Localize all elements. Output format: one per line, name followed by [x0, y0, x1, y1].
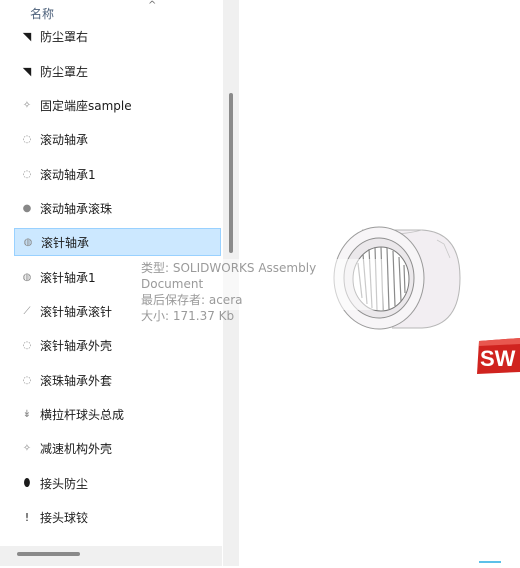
part-icon: ◌ — [22, 168, 32, 180]
corner-indicator — [479, 561, 501, 568]
tooltip-type-line: 类型: SOLIDWORKS Assembly Document — [141, 261, 317, 291]
list-item[interactable]: ✧ 减速机构外壳 — [14, 434, 221, 462]
list-item[interactable]: ◌ 滚动轴承 — [14, 125, 221, 153]
list-item[interactable]: ◌ 滚动轴承1 — [14, 160, 221, 188]
file-name: 固定端座sample — [40, 98, 132, 113]
part-icon: ◍ — [22, 271, 32, 283]
list-item[interactable]: ◌ 滚针轴承外壳 — [14, 331, 221, 359]
horizontal-scrollbar-thumb[interactable] — [17, 552, 80, 556]
part-icon: ⟋ — [23, 305, 31, 317]
part-icon: ● — [22, 202, 32, 214]
list-item[interactable]: ↡ 横拉杆球头总成 — [14, 400, 221, 428]
file-info-tooltip: 类型: SOLIDWORKS Assembly Document 最后保存者: … — [137, 259, 383, 323]
file-name: 横拉杆球头总成 — [40, 407, 125, 422]
part-dark-icon: ◥ — [22, 29, 32, 43]
list-item[interactable]: ● 滚动轴承滚珠 — [14, 194, 221, 222]
assembly-icon: ◍ — [23, 236, 33, 248]
file-name: 防尘罩左 — [40, 64, 89, 79]
file-name: 减速机构外壳 — [40, 441, 113, 456]
file-name: 滚针轴承 — [41, 235, 90, 250]
file-name: 接头球铰 — [40, 510, 89, 525]
sort-ascending-icon: ^ — [148, 0, 157, 11]
part-icon: ✧ — [22, 99, 32, 111]
file-name: 滚针轴承外壳 — [40, 338, 113, 353]
list-item[interactable]: ◥ 防尘罩左 — [14, 57, 221, 85]
part-dark-icon: ◥ — [22, 64, 32, 78]
list-item[interactable]: ◥ 防尘罩右 — [14, 22, 221, 50]
part-icon: ✧ — [22, 442, 32, 454]
part-dark-icon: ⬮ — [23, 476, 31, 489]
file-name: 接头防尘 — [40, 476, 89, 491]
tooltip-size-line: 大小: 171.37 Kb — [141, 309, 235, 323]
part-icon: ↡ — [22, 408, 32, 420]
column-header-label: 名称 — [30, 7, 55, 21]
file-name: 滚动轴承滚珠 — [40, 201, 113, 216]
file-name: 防尘罩右 — [40, 29, 89, 44]
file-name: 滚动轴承1 — [40, 167, 96, 182]
list-item[interactable]: ⬮ 接头防尘 — [14, 469, 221, 497]
part-dark-icon: ǃ — [25, 510, 29, 524]
part-icon: ◌ — [22, 339, 32, 351]
list-item[interactable]: ✧ 固定端座sample — [14, 91, 221, 119]
list-item-selected[interactable]: ◍ 滚针轴承 — [14, 228, 221, 256]
part-icon: ◌ — [22, 374, 32, 386]
vertical-scrollbar-thumb[interactable] — [229, 93, 233, 253]
list-item[interactable]: ◌ 滚珠轴承外套 — [14, 366, 221, 394]
file-name: 滚针轴承滚针 — [40, 304, 113, 319]
tooltip-saved-by-line: 最后保存者: acera — [141, 293, 243, 307]
horizontal-scrollbar[interactable] — [0, 546, 222, 566]
column-header-name[interactable]: 名称 ^ — [0, 0, 222, 22]
list-item[interactable]: ǃ 接头球铰 — [14, 503, 221, 531]
part-icon: ◌ — [22, 133, 32, 145]
file-name: 滚珠轴承外套 — [40, 373, 113, 388]
file-name: 滚动轴承 — [40, 132, 89, 147]
file-name: 滚针轴承1 — [40, 270, 96, 285]
logo-letters: SW — [480, 346, 516, 371]
solidworks-logo-icon: SW — [477, 338, 520, 374]
